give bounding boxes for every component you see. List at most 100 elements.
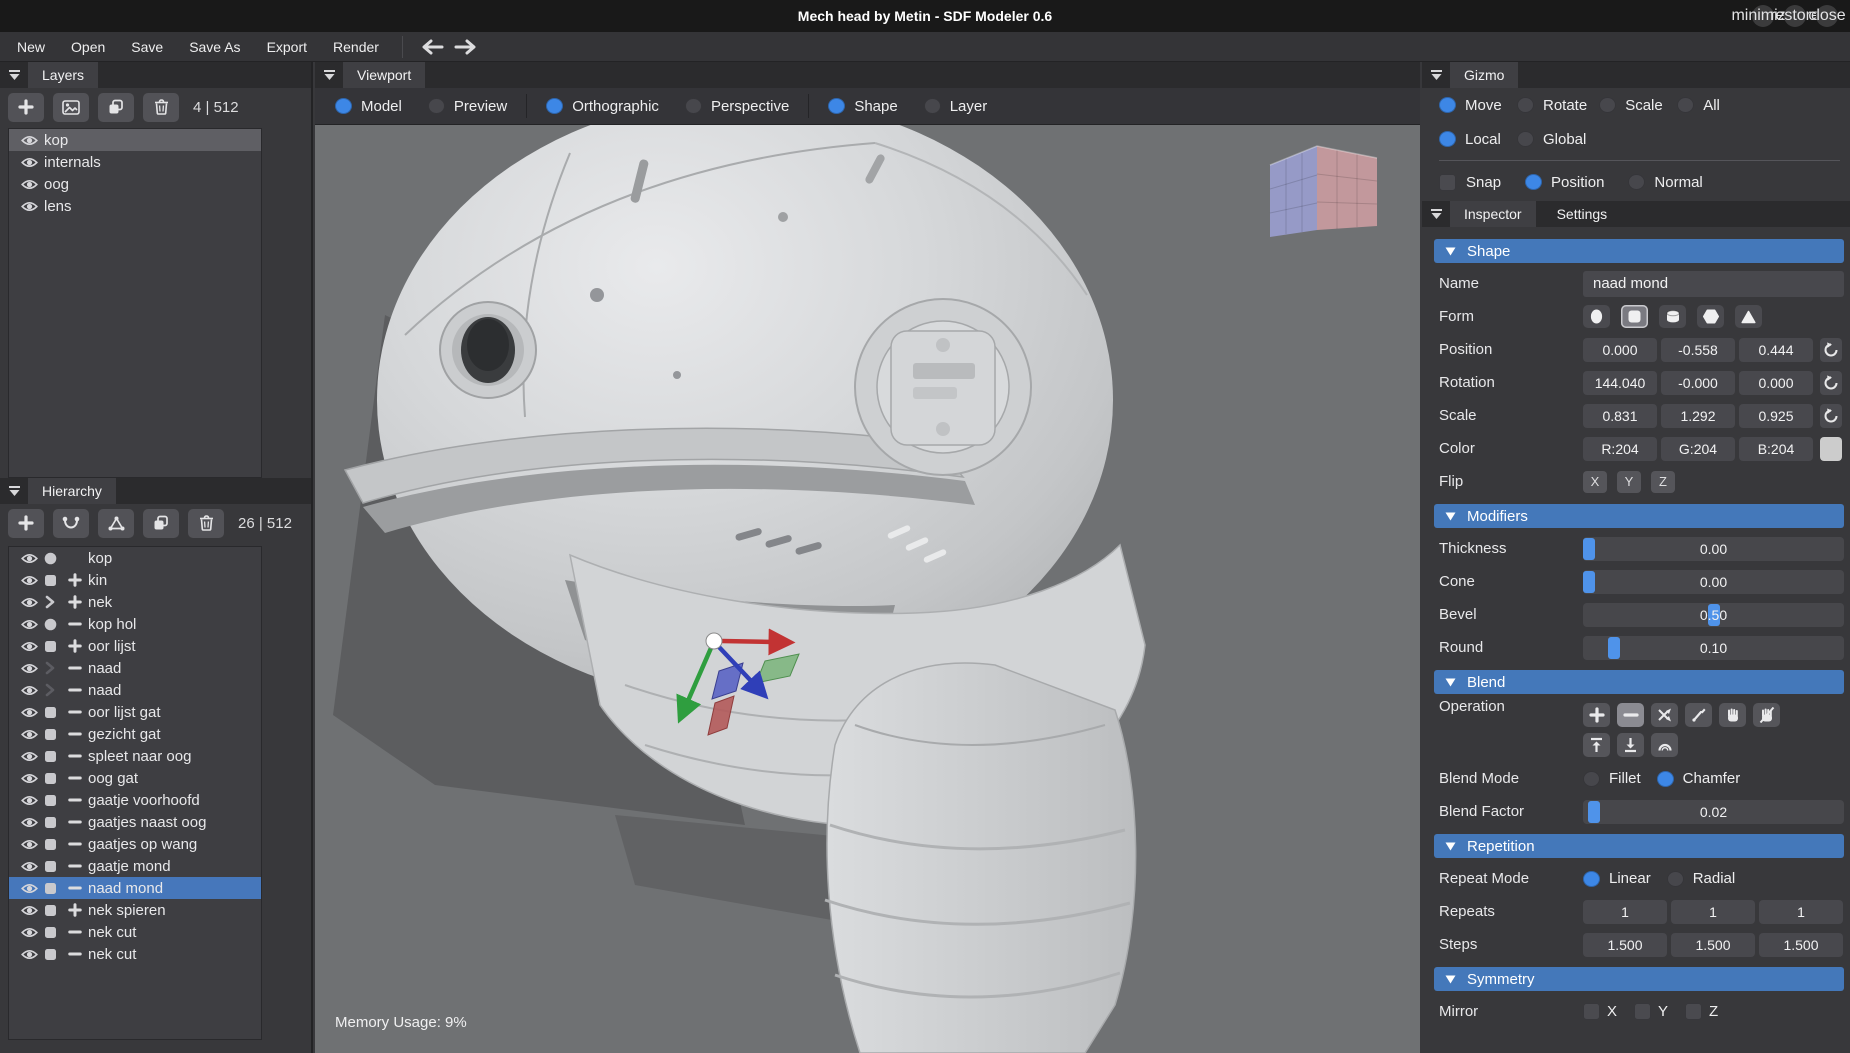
collapse-all-icon[interactable] [1430,69,1443,81]
op-subtract-button[interactable] [1617,703,1644,727]
rotation-field[interactable]: 144.040 [1583,371,1657,395]
radio-viewport-model[interactable]: Model [335,98,402,115]
menu-item-render[interactable]: Render [320,32,392,62]
color-field[interactable]: B:204 [1739,437,1813,461]
op-to-bottom-button[interactable] [1617,733,1644,757]
menu-item-open[interactable]: Open [58,32,118,62]
steps-field[interactable]: 1.500 [1671,933,1755,957]
section-header-repetition[interactable]: Repetition [1434,834,1844,858]
radio-repeat-mode-linear[interactable]: Linear [1583,870,1651,887]
color-swatch[interactable] [1820,437,1842,461]
radio-viewport-layer[interactable]: Layer [924,98,988,115]
radio-repeat-mode-radial[interactable]: Radial [1667,870,1736,887]
form-box-button[interactable] [1621,305,1648,328]
hierarchy-row[interactable]: nek cut [9,943,261,965]
radio-viewport-shape[interactable]: Shape [828,98,897,115]
name-input[interactable]: naad mond [1583,271,1844,297]
visibility-eye-icon[interactable] [21,816,44,829]
visibility-eye-icon[interactable] [21,156,44,169]
hierarchy-row[interactable]: oor lijst gat [9,701,261,723]
flip-y-button[interactable]: Y [1617,471,1641,493]
restore-button[interactable]: restore [1784,5,1806,27]
hierarchy-row[interactable]: gaatje voorhoofd [9,789,261,811]
thickness-row-slider[interactable]: 0.00 [1583,537,1844,561]
snap-checkbox[interactable] [1439,174,1456,191]
visibility-eye-icon[interactable] [21,926,44,939]
repeats-field[interactable]: 1 [1583,900,1667,924]
form-cylinder-button[interactable] [1659,305,1686,328]
hierarchy-duplicate-button[interactable] [143,509,179,538]
bevel-row-slider[interactable]: 0.50 [1583,603,1844,627]
visibility-eye-icon[interactable] [21,618,44,631]
mirror-checkbox[interactable] [1685,1003,1702,1020]
forward-arrow-button[interactable] [449,34,481,60]
layers-delete-button[interactable] [143,93,179,122]
form-sphere-button[interactable] [1583,305,1610,328]
visibility-eye-icon[interactable] [21,860,44,873]
position-field[interactable]: 0.444 [1739,338,1813,362]
menu-item-save-as[interactable]: Save As [176,32,253,62]
visibility-eye-icon[interactable] [21,552,44,565]
collapse-all-icon[interactable] [8,485,21,497]
steps-field[interactable]: 1.500 [1583,933,1667,957]
repeats-field[interactable]: 1 [1759,900,1843,924]
flip-z-button[interactable]: Z [1651,471,1675,493]
mirror-z[interactable]: Z [1685,1003,1718,1020]
rotation-field[interactable]: 0.000 [1739,371,1813,395]
hierarchy-row[interactable]: kop hol [9,613,261,635]
op-intersect-button[interactable] [1651,703,1678,727]
radio-blend-mode-fillet[interactable]: Fillet [1583,770,1641,787]
hierarchy-row[interactable]: nek [9,591,261,613]
visibility-eye-icon[interactable] [21,750,44,763]
radio-blend-mode-chamfer[interactable]: Chamfer [1657,770,1741,787]
blend-factor-row-slider[interactable]: 0.02 [1583,800,1844,824]
visibility-eye-icon[interactable] [21,640,44,653]
radio-gizmo-rotate[interactable]: Rotate [1517,97,1587,114]
layer-row[interactable]: internals [9,151,261,173]
hierarchy-row[interactable]: naad [9,657,261,679]
reset-icon[interactable] [1820,338,1842,362]
form-cone-button[interactable] [1735,305,1762,328]
scale-field[interactable]: 0.925 [1739,404,1813,428]
op-to-top-button[interactable] [1583,733,1610,757]
radio-viewport-perspective[interactable]: Perspective [685,98,789,115]
steps-field[interactable]: 1.500 [1759,933,1843,957]
hierarchy-delete-button[interactable] [188,509,224,538]
tab-hierarchy[interactable]: Hierarchy [28,478,116,504]
reset-icon[interactable] [1820,371,1842,395]
visibility-eye-icon[interactable] [21,684,44,697]
hierarchy-group-button[interactable] [98,509,134,538]
scale-field[interactable]: 0.831 [1583,404,1657,428]
hierarchy-row[interactable]: gaatje mond [9,855,261,877]
layers-image-button[interactable] [53,93,89,122]
menu-item-save[interactable]: Save [118,32,176,62]
radio-snap-normal[interactable]: Normal [1628,174,1702,191]
op-ungrab-button[interactable] [1753,703,1780,727]
op-grab-button[interactable] [1719,703,1746,727]
visibility-eye-icon[interactable] [21,706,44,719]
reset-icon[interactable] [1820,404,1842,428]
back-arrow-button[interactable] [417,34,449,60]
tab-settings[interactable]: Settings [1543,201,1622,227]
hierarchy-row[interactable]: oor lijst [9,635,261,657]
radio-gizmo-scale[interactable]: Scale [1599,97,1665,114]
hierarchy-add-button[interactable] [8,509,44,538]
hierarchy-row[interactable]: kop [9,547,261,569]
layers-add-button[interactable] [8,93,44,122]
tab-layers[interactable]: Layers [28,62,98,88]
hierarchy-row[interactable]: gaatjes naast oog [9,811,261,833]
menu-item-new[interactable]: New [4,32,58,62]
radio-snap-position[interactable]: Position [1525,174,1604,191]
visibility-eye-icon[interactable] [21,948,44,961]
visibility-eye-icon[interactable] [21,596,44,609]
hierarchy-row[interactable]: naad mond [9,877,261,899]
visibility-eye-icon[interactable] [21,772,44,785]
repeats-field[interactable]: 1 [1671,900,1755,924]
visibility-eye-icon[interactable] [21,904,44,917]
position-field[interactable]: 0.000 [1583,338,1657,362]
visibility-eye-icon[interactable] [21,134,44,147]
mirror-x[interactable]: X [1583,1003,1617,1020]
visibility-eye-icon[interactable] [21,178,44,191]
visibility-eye-icon[interactable] [21,662,44,675]
visibility-eye-icon[interactable] [21,882,44,895]
